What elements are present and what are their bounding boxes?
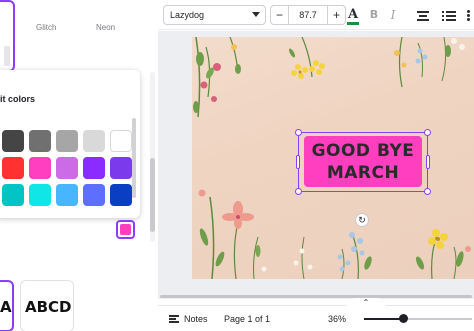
chevron-down-icon xyxy=(252,12,260,17)
headline-text[interactable]: GOOD BYE MARCH xyxy=(304,140,422,184)
effect-label-neon: Neon xyxy=(96,23,116,32)
resize-handle-right[interactable] xyxy=(426,155,430,169)
list-icon[interactable] xyxy=(440,5,458,25)
text-toolbar: Lazydog − 87.7 + A B I xyxy=(158,0,474,30)
color-swatch[interactable] xyxy=(2,157,24,179)
font-size-stepper: − 87.7 + xyxy=(270,5,346,25)
color-swatch[interactable] xyxy=(29,130,51,152)
zoom-slider-fill xyxy=(364,318,403,320)
color-swatch[interactable] xyxy=(2,184,24,206)
resize-handle-top-left[interactable] xyxy=(295,129,302,136)
color-swatch[interactable] xyxy=(110,184,132,206)
color-swatch[interactable] xyxy=(83,157,105,179)
text-color-indicator xyxy=(347,22,359,25)
headline-text-box[interactable]: GOOD BYE MARCH xyxy=(304,136,422,187)
notes-button[interactable]: Notes xyxy=(184,314,208,324)
resize-handle-bottom-left[interactable] xyxy=(295,188,302,195)
color-picker-popup: it colors xyxy=(0,70,140,218)
font-sample-text: ABCD xyxy=(25,298,72,316)
editor-workspace: GOOD BYE MARCH ↻ xyxy=(158,31,474,299)
color-swatch[interactable] xyxy=(2,130,24,152)
text-color-button[interactable]: A xyxy=(344,5,362,25)
italic-button[interactable]: I xyxy=(384,5,402,25)
side-panel: Glitch Neon it colors ABCD ABCD xyxy=(0,0,158,331)
text-color-icon: A xyxy=(347,7,359,22)
color-swatch[interactable] xyxy=(110,130,132,152)
selected-text-element[interactable]: GOOD BYE MARCH xyxy=(295,129,431,195)
headline-line-1: GOOD BYE xyxy=(311,141,415,161)
color-swatch[interactable] xyxy=(83,130,105,152)
headline-line-2: MARCH xyxy=(326,163,400,183)
more-options-icon[interactable] xyxy=(464,5,474,25)
bottom-status-bar: ⌃ Notes Page 1 of 1 36% xyxy=(158,298,474,331)
color-swatch[interactable] xyxy=(56,130,78,152)
zoom-percentage[interactable]: 36% xyxy=(328,314,346,324)
resize-handle-left[interactable] xyxy=(296,155,300,169)
font-family-dropdown[interactable]: Lazydog xyxy=(163,5,266,25)
canvas-horizontal-scrollbar[interactable] xyxy=(160,295,472,298)
resize-handle-top-right[interactable] xyxy=(424,129,431,136)
selected-color-swatch[interactable] xyxy=(116,220,135,239)
notes-icon[interactable] xyxy=(169,315,179,323)
decrease-font-size-button[interactable]: − xyxy=(271,6,289,24)
color-swatch[interactable] xyxy=(110,157,132,179)
side-panel-scrollbar[interactable] xyxy=(150,72,155,242)
font-style-card-selected[interactable]: ABCD xyxy=(0,280,14,331)
popup-title: it colors xyxy=(0,94,36,104)
popup-scrollbar[interactable] xyxy=(132,118,136,198)
chevron-up-icon[interactable]: ⌃ xyxy=(346,298,386,308)
font-family-value: Lazydog xyxy=(170,10,205,20)
color-swatch[interactable] xyxy=(29,157,51,179)
align-center-icon[interactable] xyxy=(414,5,432,25)
color-swatch[interactable] xyxy=(29,184,51,206)
increase-font-size-button[interactable]: + xyxy=(327,6,345,24)
page-indicator[interactable]: Page 1 of 1 xyxy=(224,314,270,324)
font-size-input[interactable]: 87.7 xyxy=(289,6,327,24)
font-sample-text: ABCD xyxy=(0,298,12,316)
design-canvas[interactable]: GOOD BYE MARCH ↻ xyxy=(192,37,474,279)
color-swatch[interactable] xyxy=(56,184,78,206)
resize-handle-bottom-right[interactable] xyxy=(424,188,431,195)
bold-button[interactable]: B xyxy=(365,5,383,25)
zoom-slider-knob[interactable] xyxy=(398,314,408,323)
zoom-slider[interactable] xyxy=(364,314,472,323)
effect-tile-selected[interactable] xyxy=(0,0,15,72)
effect-label-glitch: Glitch xyxy=(36,23,57,32)
color-swatch[interactable] xyxy=(56,157,78,179)
font-style-card[interactable]: ABCD xyxy=(20,280,74,331)
selected-color-fill xyxy=(120,224,131,235)
side-panel-scroll-thumb[interactable] xyxy=(150,158,155,232)
color-swatch[interactable] xyxy=(83,184,105,206)
rotate-icon[interactable]: ↻ xyxy=(355,213,369,227)
